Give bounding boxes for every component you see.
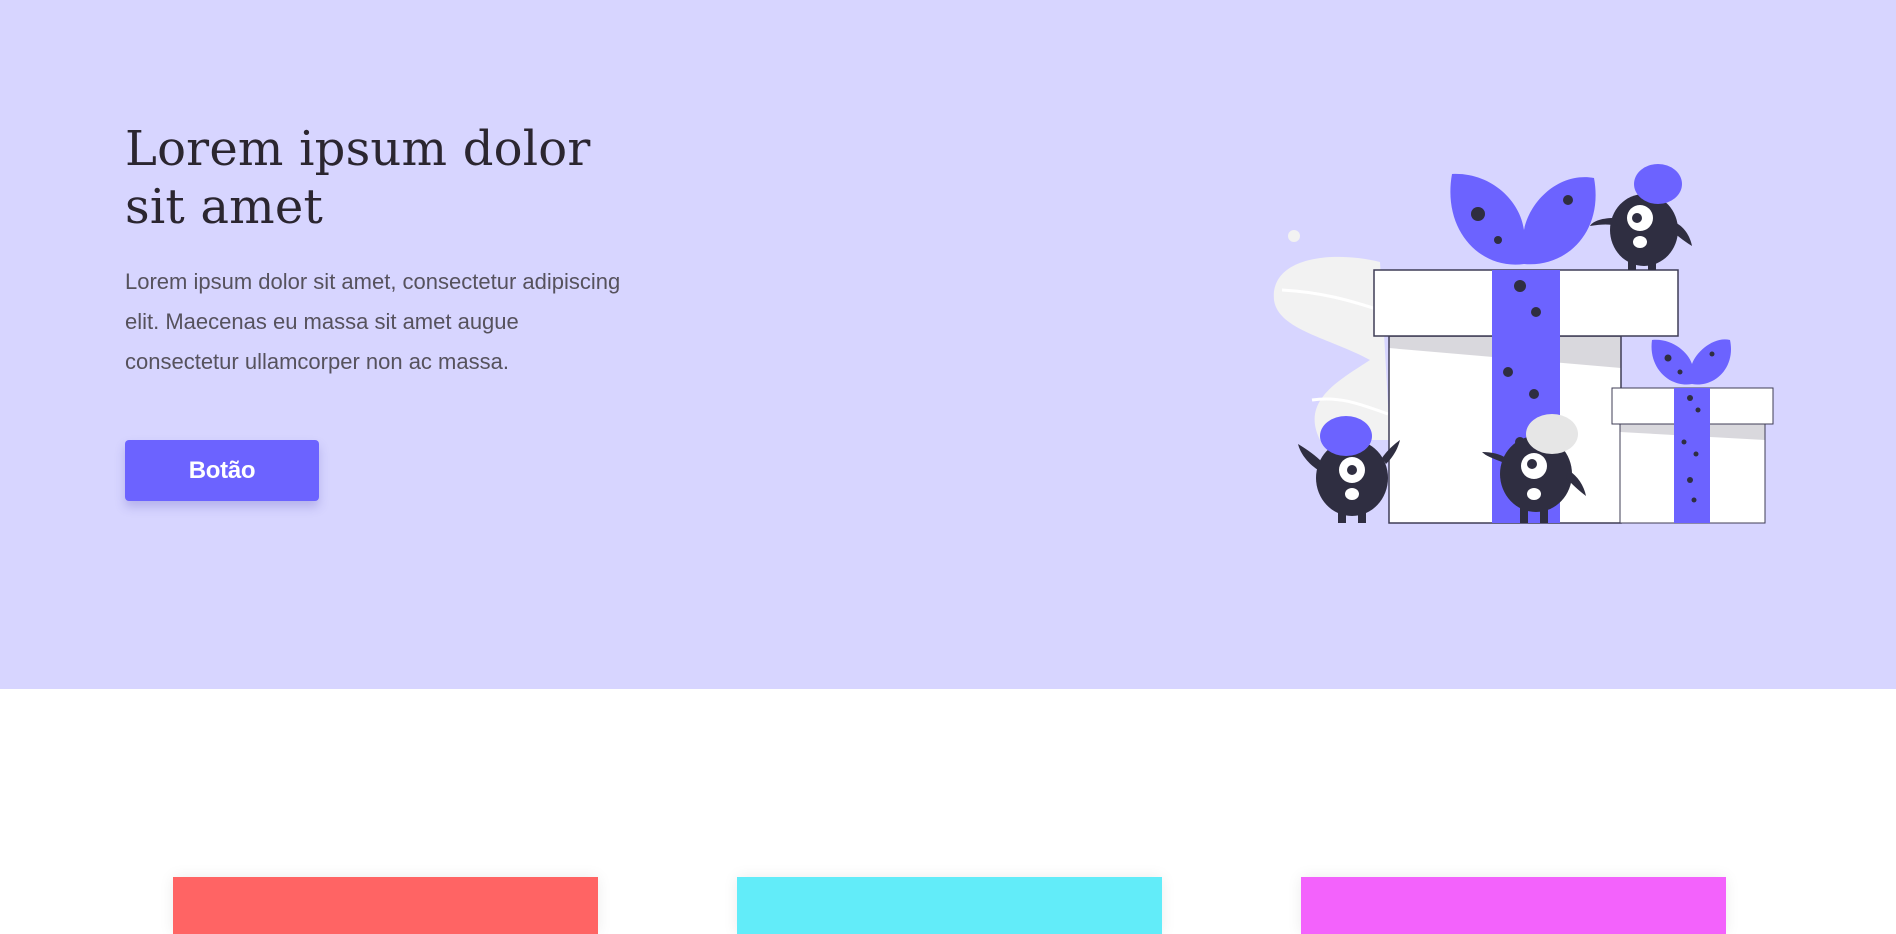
small-gift-ribbon — [1674, 388, 1710, 523]
hero-cta-button[interactable]: Botão — [125, 440, 319, 501]
monster-top-right — [1590, 164, 1692, 270]
feature-card-magenta — [1301, 877, 1726, 934]
hero-text-block: Lorem ipsum dolor sit amet Lorem ipsum d… — [125, 120, 625, 382]
plant-leaf-shape — [1273, 256, 1390, 440]
decor-dot — [1288, 230, 1300, 242]
gift-boxes-monsters-illustration — [1273, 164, 1774, 524]
hero-description: Lorem ipsum dolor sit amet, consectetur … — [125, 269, 621, 374]
feature-card-cyan — [737, 877, 1162, 934]
small-gift-bow — [1651, 339, 1732, 385]
hero-title: Lorem ipsum dolor sit amet — [125, 121, 591, 235]
hero-section: Lorem ipsum dolor sit amet Lorem ipsum d… — [0, 0, 1896, 689]
large-gift-bow — [1450, 173, 1596, 265]
feature-card-red — [173, 877, 598, 934]
